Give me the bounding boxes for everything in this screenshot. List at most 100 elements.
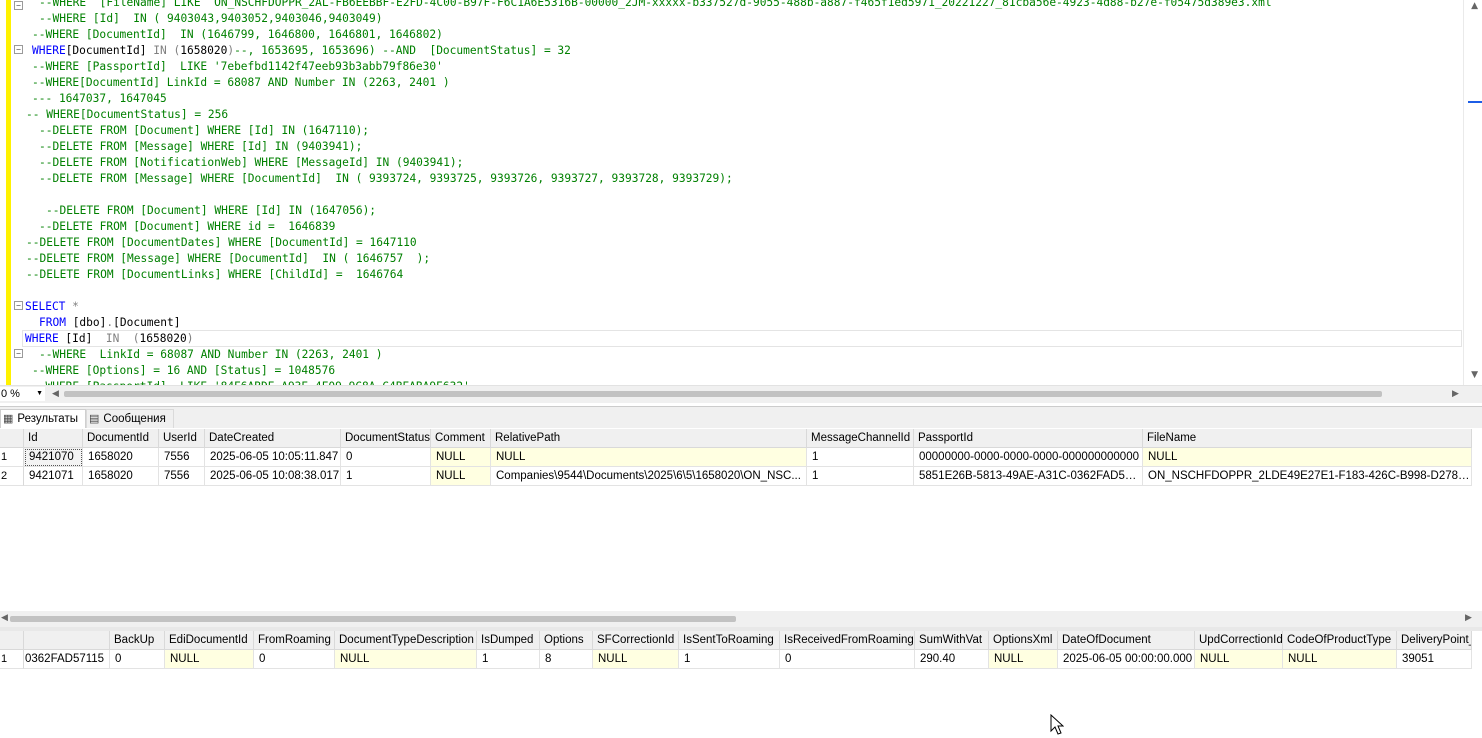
scroll-left-arrow-icon[interactable]: ◀ — [1, 612, 8, 623]
table-cell[interactable]: 2025-06-05 10:08:38.017 — [205, 467, 341, 486]
row-number[interactable]: 2 — [0, 467, 24, 486]
column-header[interactable]: Options — [540, 631, 593, 650]
column-header[interactable]: DateCreated — [205, 429, 341, 448]
table-cell[interactable]: 1 — [679, 650, 780, 669]
column-header[interactable]: FromRoaming — [254, 631, 335, 650]
table-cell[interactable]: NULL — [1195, 650, 1283, 669]
table-cell[interactable]: 5851E26B-5813-49AE-A31C-0362FAD57115 — [914, 467, 1143, 486]
table-cell[interactable]: 00000000-0000-0000-0000-000000000000 — [914, 448, 1143, 467]
tab-messages[interactable]: ▤ Сообщения — [86, 409, 174, 429]
column-header[interactable]: DateOfDocument — [1058, 631, 1195, 650]
code-token: --DELETE FROM [Message] WHERE [DocumentI… — [39, 172, 733, 185]
grid1-horizontal-scrollbar[interactable]: ◀ ▶ — [0, 611, 1482, 627]
table-cell[interactable]: Companies\9544\Documents\2025\6\5\165802… — [491, 467, 807, 486]
editor-vertical-scrollbar[interactable]: ▲ ▼ — [1463, 0, 1482, 385]
fold-toggle-icon[interactable]: − — [14, 301, 23, 310]
scroll-left-arrow-icon[interactable]: ◀ — [52, 388, 59, 399]
column-header[interactable]: DocumentTypeDescription — [335, 631, 477, 650]
table-cell[interactable]: 0362FAD57115 — [24, 650, 110, 669]
table-cell[interactable]: NULL — [165, 650, 254, 669]
column-header[interactable] — [24, 631, 110, 650]
column-header[interactable]: RelativePath — [491, 429, 807, 448]
row-header-corner[interactable] — [0, 631, 24, 650]
column-header[interactable]: SumWithVat — [915, 631, 989, 650]
table-cell[interactable]: 9421070 — [24, 448, 83, 467]
table-cell[interactable]: NULL — [989, 650, 1058, 669]
row-number[interactable]: 1 — [0, 448, 24, 467]
column-header[interactable]: Id — [24, 429, 83, 448]
column-header[interactable]: SFCorrectionId — [593, 631, 679, 650]
table-cell[interactable]: 39051 — [1397, 650, 1472, 669]
row-header-corner[interactable] — [0, 429, 24, 448]
table-cell[interactable]: NULL — [431, 467, 491, 486]
code-token: --DELETE FROM [Message] WHERE [Id] IN (9… — [39, 140, 363, 153]
change-tracking-bar — [6, 0, 11, 385]
column-header[interactable]: PassportId — [914, 429, 1143, 448]
table-cell[interactable]: 1658020 — [83, 467, 159, 486]
scroll-right-arrow-icon[interactable]: ▶ — [1452, 388, 1459, 399]
messages-icon: ▤ — [89, 413, 100, 425]
column-header[interactable]: CodeOfProductType — [1283, 631, 1397, 650]
column-header[interactable]: UpdCorrectionId — [1195, 631, 1283, 650]
table-cell[interactable]: 0 — [341, 448, 431, 467]
code-token: --DELETE FROM [Document] WHERE [Id] IN (… — [39, 124, 370, 137]
scroll-right-arrow-icon[interactable]: ▶ — [1465, 612, 1472, 623]
table-cell[interactable]: 8 — [540, 650, 593, 669]
row-number[interactable]: 1 — [0, 650, 24, 669]
table-cell[interactable]: 1658020 — [83, 448, 159, 467]
scroll-up-arrow-icon[interactable]: ▲ — [1471, 1, 1478, 11]
table-cell[interactable]: NULL — [1283, 650, 1397, 669]
column-header[interactable]: EdiDocumentId — [165, 631, 254, 650]
table-cell[interactable]: 0 — [780, 650, 915, 669]
current-line-highlight — [22, 330, 1462, 347]
table-cell[interactable]: NULL — [1143, 448, 1472, 467]
zoom-select[interactable]: 0 % ▼ — [0, 387, 45, 401]
grid1-hscroll-thumb[interactable] — [10, 616, 736, 622]
grid-icon: ▦ — [3, 413, 14, 425]
column-header[interactable]: DeliveryPoint_I — [1397, 631, 1472, 650]
column-header[interactable]: DocumentId — [83, 429, 159, 448]
table-cell[interactable]: 1 — [807, 467, 914, 486]
table-cell[interactable]: NULL — [593, 650, 679, 669]
table-cell[interactable]: 1 — [477, 650, 540, 669]
scroll-down-arrow-icon[interactable]: ▼ — [1471, 370, 1478, 380]
tab-results[interactable]: ▦ Результаты — [0, 409, 86, 429]
code-token: --WHERE[DocumentId] LinkId = 68087 AND N… — [32, 76, 450, 89]
column-header[interactable]: IsDumped — [477, 631, 540, 650]
fold-toggle-icon[interactable]: − — [14, 1, 23, 10]
column-header[interactable]: BackUp — [110, 631, 165, 650]
fold-toggle-icon[interactable]: − — [14, 45, 23, 54]
column-header[interactable]: Comment — [431, 429, 491, 448]
table-cell[interactable]: 0 — [254, 650, 335, 669]
table-cell[interactable]: NULL — [431, 448, 491, 467]
code-token: --WHERE LinkId = 68087 AND Number IN (22… — [39, 348, 383, 361]
code-token: -- WHERE[DocumentStatus] = 256 — [26, 108, 229, 121]
table-cell[interactable]: 2025-06-05 00:00:00.000 — [1058, 650, 1195, 669]
table-cell[interactable]: 2025-06-05 10:05:11.847 — [205, 448, 341, 467]
editor-horizontal-scrollbar[interactable]: 0 % ▼ ◀ ▶ — [0, 385, 1482, 403]
column-header[interactable]: OptionsXml — [989, 631, 1058, 650]
code-token: --DELETE FROM [Document] WHERE id = 1646… — [39, 220, 336, 233]
table-cell[interactable]: 7556 — [159, 467, 205, 486]
fold-toggle-icon[interactable]: − — [14, 349, 23, 358]
column-header[interactable]: FileName — [1143, 429, 1472, 448]
table-cell[interactable]: ON_NSCHFDOPPR_2LDE49E27E1-F183-426C-B998… — [1143, 467, 1472, 486]
table-cell[interactable]: 290.40 — [915, 650, 989, 669]
table-cell[interactable]: NULL — [335, 650, 477, 669]
query-editor[interactable]: --WHERE [FileName] LIKE ON_NSCHFDOPPR_2A… — [0, 0, 1482, 385]
column-header[interactable]: DocumentStatus — [341, 429, 431, 448]
code-token: --DELETE FROM [NotificationWeb] WHERE [M… — [39, 156, 464, 169]
column-header[interactable]: UserId — [159, 429, 205, 448]
code-token: --WHERE [DocumentId] IN (1646799, 164680… — [32, 28, 443, 41]
table-cell[interactable]: 1 — [341, 467, 431, 486]
table-cell[interactable]: 9421071 — [24, 467, 83, 486]
table-cell[interactable]: 1 — [807, 448, 914, 467]
column-header[interactable]: IsSentToRoaming — [679, 631, 780, 650]
column-header[interactable]: MessageChannelId — [807, 429, 914, 448]
table-cell[interactable]: NULL — [491, 448, 807, 467]
editor-hscroll-thumb[interactable] — [64, 391, 1382, 397]
code-token: --- 1647037, 1647045 — [32, 92, 167, 105]
table-cell[interactable]: 0 — [110, 650, 165, 669]
column-header[interactable]: IsReceivedFromRoaming — [780, 631, 915, 650]
table-cell[interactable]: 7556 — [159, 448, 205, 467]
